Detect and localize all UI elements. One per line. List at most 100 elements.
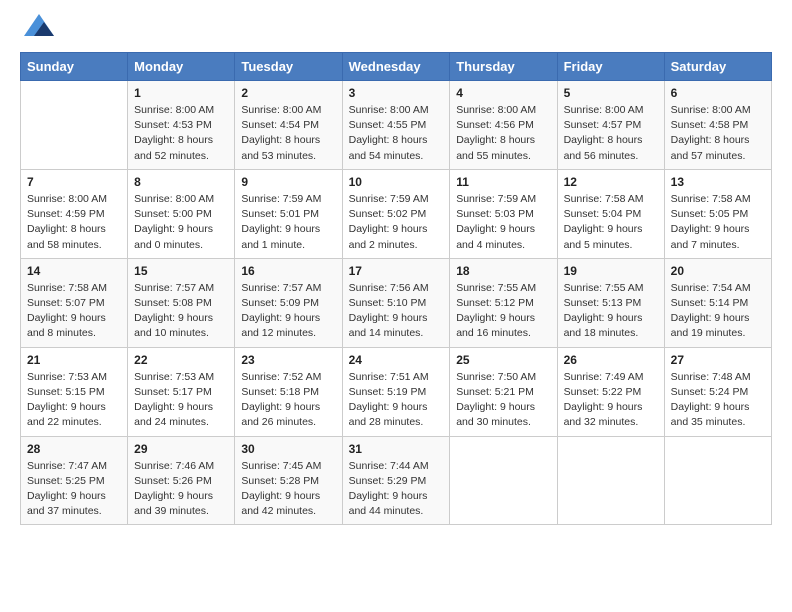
sunrise: Sunrise: 7:49 AM <box>564 371 644 383</box>
daylight: Daylight: 8 hours and 58 minutes. <box>27 223 106 250</box>
daylight: Daylight: 9 hours and 2 minutes. <box>349 223 428 250</box>
day-info: Sunrise: 7:49 AM Sunset: 5:22 PM Dayligh… <box>564 370 658 431</box>
daylight: Daylight: 8 hours and 52 minutes. <box>134 134 213 161</box>
daylight: Daylight: 8 hours and 53 minutes. <box>241 134 320 161</box>
daylight: Daylight: 9 hours and 32 minutes. <box>564 401 643 428</box>
calendar-cell: 16 Sunrise: 7:57 AM Sunset: 5:09 PM Dayl… <box>235 258 342 347</box>
day-number: 1 <box>134 86 228 100</box>
daylight: Daylight: 9 hours and 16 minutes. <box>456 312 535 339</box>
day-number: 8 <box>134 175 228 189</box>
day-number: 18 <box>456 264 550 278</box>
day-number: 3 <box>349 86 444 100</box>
daylight: Daylight: 8 hours and 55 minutes. <box>456 134 535 161</box>
day-number: 30 <box>241 442 335 456</box>
weekday-header: Wednesday <box>342 53 450 81</box>
day-info: Sunrise: 7:59 AM Sunset: 5:01 PM Dayligh… <box>241 192 335 253</box>
daylight: Daylight: 9 hours and 26 minutes. <box>241 401 320 428</box>
sunrise: Sunrise: 8:00 AM <box>564 104 644 116</box>
daylight: Daylight: 8 hours and 56 minutes. <box>564 134 643 161</box>
daylight: Daylight: 9 hours and 37 minutes. <box>27 490 106 517</box>
day-info: Sunrise: 7:58 AM Sunset: 5:04 PM Dayligh… <box>564 192 658 253</box>
sunrise: Sunrise: 7:59 AM <box>241 193 321 205</box>
calendar-cell: 5 Sunrise: 8:00 AM Sunset: 4:57 PM Dayli… <box>557 81 664 170</box>
sunrise: Sunrise: 7:47 AM <box>27 460 107 472</box>
day-info: Sunrise: 8:00 AM Sunset: 4:54 PM Dayligh… <box>241 103 335 164</box>
daylight: Daylight: 9 hours and 35 minutes. <box>671 401 750 428</box>
calendar-cell: 4 Sunrise: 8:00 AM Sunset: 4:56 PM Dayli… <box>450 81 557 170</box>
calendar-cell: 17 Sunrise: 7:56 AM Sunset: 5:10 PM Dayl… <box>342 258 450 347</box>
calendar-week-row: 1 Sunrise: 8:00 AM Sunset: 4:53 PM Dayli… <box>21 81 772 170</box>
sunset: Sunset: 5:00 PM <box>134 208 212 220</box>
day-info: Sunrise: 7:55 AM Sunset: 5:13 PM Dayligh… <box>564 281 658 342</box>
sunset: Sunset: 4:56 PM <box>456 119 534 131</box>
calendar-cell: 10 Sunrise: 7:59 AM Sunset: 5:02 PM Dayl… <box>342 169 450 258</box>
day-number: 15 <box>134 264 228 278</box>
day-info: Sunrise: 8:00 AM Sunset: 5:00 PM Dayligh… <box>134 192 228 253</box>
sunrise: Sunrise: 8:00 AM <box>134 193 214 205</box>
calendar-cell <box>21 81 128 170</box>
sunrise: Sunrise: 7:50 AM <box>456 371 536 383</box>
day-info: Sunrise: 7:47 AM Sunset: 5:25 PM Dayligh… <box>27 459 121 520</box>
day-number: 7 <box>27 175 121 189</box>
sunrise: Sunrise: 8:00 AM <box>27 193 107 205</box>
sunrise: Sunrise: 7:48 AM <box>671 371 751 383</box>
calendar-cell: 25 Sunrise: 7:50 AM Sunset: 5:21 PM Dayl… <box>450 347 557 436</box>
day-info: Sunrise: 7:50 AM Sunset: 5:21 PM Dayligh… <box>456 370 550 431</box>
day-info: Sunrise: 7:55 AM Sunset: 5:12 PM Dayligh… <box>456 281 550 342</box>
day-info: Sunrise: 7:57 AM Sunset: 5:08 PM Dayligh… <box>134 281 228 342</box>
daylight: Daylight: 8 hours and 54 minutes. <box>349 134 428 161</box>
day-info: Sunrise: 7:45 AM Sunset: 5:28 PM Dayligh… <box>241 459 335 520</box>
sunset: Sunset: 5:14 PM <box>671 297 749 309</box>
weekday-header: Tuesday <box>235 53 342 81</box>
sunrise: Sunrise: 7:53 AM <box>134 371 214 383</box>
sunset: Sunset: 5:05 PM <box>671 208 749 220</box>
day-info: Sunrise: 7:48 AM Sunset: 5:24 PM Dayligh… <box>671 370 765 431</box>
sunrise: Sunrise: 7:55 AM <box>564 282 644 294</box>
sunset: Sunset: 4:54 PM <box>241 119 319 131</box>
sunrise: Sunrise: 7:54 AM <box>671 282 751 294</box>
day-number: 11 <box>456 175 550 189</box>
calendar-cell: 24 Sunrise: 7:51 AM Sunset: 5:19 PM Dayl… <box>342 347 450 436</box>
day-number: 25 <box>456 353 550 367</box>
calendar-cell: 11 Sunrise: 7:59 AM Sunset: 5:03 PM Dayl… <box>450 169 557 258</box>
daylight: Daylight: 9 hours and 19 minutes. <box>671 312 750 339</box>
day-info: Sunrise: 7:58 AM Sunset: 5:05 PM Dayligh… <box>671 192 765 253</box>
day-number: 21 <box>27 353 121 367</box>
sunset: Sunset: 4:57 PM <box>564 119 642 131</box>
sunset: Sunset: 5:26 PM <box>134 475 212 487</box>
calendar-table: SundayMondayTuesdayWednesdayThursdayFrid… <box>20 52 772 525</box>
daylight: Daylight: 9 hours and 28 minutes. <box>349 401 428 428</box>
calendar-cell: 31 Sunrise: 7:44 AM Sunset: 5:29 PM Dayl… <box>342 436 450 525</box>
day-number: 4 <box>456 86 550 100</box>
sunrise: Sunrise: 7:57 AM <box>241 282 321 294</box>
calendar-cell: 18 Sunrise: 7:55 AM Sunset: 5:12 PM Dayl… <box>450 258 557 347</box>
day-number: 5 <box>564 86 658 100</box>
day-info: Sunrise: 8:00 AM Sunset: 4:53 PM Dayligh… <box>134 103 228 164</box>
sunset: Sunset: 5:09 PM <box>241 297 319 309</box>
daylight: Daylight: 9 hours and 5 minutes. <box>564 223 643 250</box>
day-number: 31 <box>349 442 444 456</box>
daylight: Daylight: 9 hours and 44 minutes. <box>349 490 428 517</box>
sunset: Sunset: 5:19 PM <box>349 386 427 398</box>
daylight: Daylight: 9 hours and 8 minutes. <box>27 312 106 339</box>
sunset: Sunset: 5:08 PM <box>134 297 212 309</box>
calendar-cell <box>664 436 771 525</box>
day-number: 6 <box>671 86 765 100</box>
day-number: 10 <box>349 175 444 189</box>
weekday-header: Saturday <box>664 53 771 81</box>
sunset: Sunset: 4:53 PM <box>134 119 212 131</box>
calendar-cell: 7 Sunrise: 8:00 AM Sunset: 4:59 PM Dayli… <box>21 169 128 258</box>
calendar-week-row: 28 Sunrise: 7:47 AM Sunset: 5:25 PM Dayl… <box>21 436 772 525</box>
day-info: Sunrise: 8:00 AM Sunset: 4:56 PM Dayligh… <box>456 103 550 164</box>
day-info: Sunrise: 7:57 AM Sunset: 5:09 PM Dayligh… <box>241 281 335 342</box>
daylight: Daylight: 9 hours and 7 minutes. <box>671 223 750 250</box>
day-info: Sunrise: 7:46 AM Sunset: 5:26 PM Dayligh… <box>134 459 228 520</box>
day-info: Sunrise: 8:00 AM Sunset: 4:59 PM Dayligh… <box>27 192 121 253</box>
calendar-cell <box>450 436 557 525</box>
calendar-cell: 13 Sunrise: 7:58 AM Sunset: 5:05 PM Dayl… <box>664 169 771 258</box>
sunset: Sunset: 5:07 PM <box>27 297 105 309</box>
sunset: Sunset: 4:58 PM <box>671 119 749 131</box>
sunrise: Sunrise: 8:00 AM <box>456 104 536 116</box>
calendar-cell: 23 Sunrise: 7:52 AM Sunset: 5:18 PM Dayl… <box>235 347 342 436</box>
sunrise: Sunrise: 7:58 AM <box>27 282 107 294</box>
